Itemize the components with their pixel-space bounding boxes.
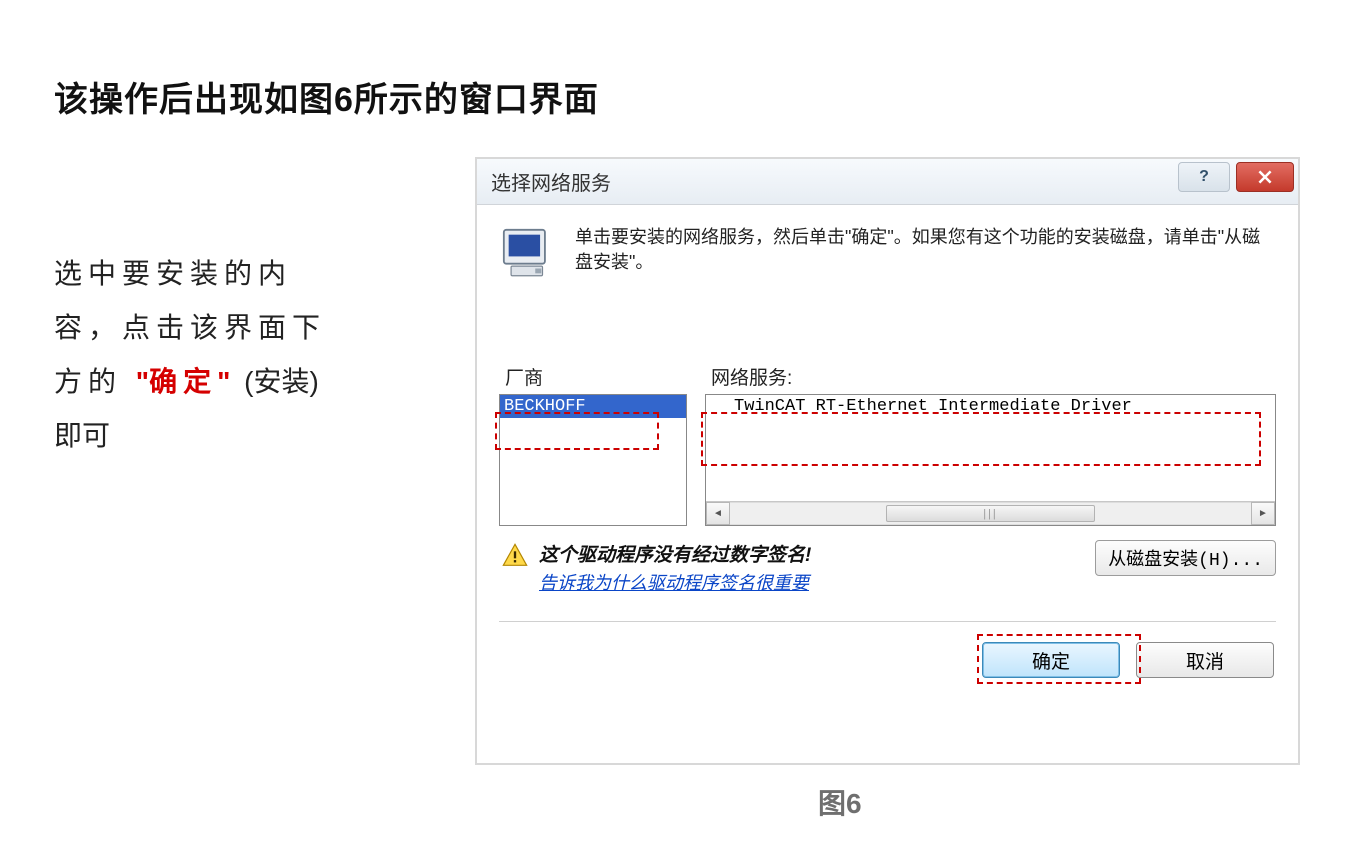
scroll-right-arrow[interactable]: ► xyxy=(1251,502,1275,525)
instruction-text: 单击要安装的网络服务，然后单击"确定"。如果您有这个功能的安装磁盘，请单击"从磁… xyxy=(575,223,1276,283)
service-item[interactable]: TwinCAT RT-Ethernet Intermediate Driver xyxy=(706,395,1275,418)
warning-texts: 这个驱动程序没有经过数字签名! 告诉我为什么驱动程序签名很重要 xyxy=(539,540,811,595)
titlebar: 选择网络服务 ? xyxy=(477,159,1298,205)
install-from-disk-button[interactable]: 从磁盘安装(H)... xyxy=(1095,540,1276,576)
warning-row: 这个驱动程序没有经过数字签名! 告诉我为什么驱动程序签名很重要 从磁盘安装(H)… xyxy=(499,540,1276,595)
dialog-body: 单击要安装的网络服务，然后单击"确定"。如果您有这个功能的安装磁盘，请单击"从磁… xyxy=(477,205,1298,763)
page-heading: 该操作后出现如图6所示的窗口界面 xyxy=(54,72,599,121)
figure-caption: 图6 xyxy=(818,782,862,822)
titlebar-buttons: ? xyxy=(1178,162,1294,192)
warning-icon xyxy=(501,542,529,570)
close-button[interactable] xyxy=(1236,162,1294,192)
dialog-title: 选择网络服务 xyxy=(491,167,611,196)
dialog-window: 选择网络服务 ? 单击要安装的网络服务，然后单击"确定"。如果您有这个功能的安装… xyxy=(475,157,1300,765)
help-button[interactable]: ? xyxy=(1178,162,1230,192)
ok-button[interactable]: 确定 xyxy=(982,642,1120,678)
service-listbox[interactable]: TwinCAT RT-Ethernet Intermediate Driver … xyxy=(705,394,1276,526)
button-row: 确定 取消 xyxy=(499,622,1276,678)
horizontal-scrollbar[interactable]: ◄ ||| ► xyxy=(706,501,1275,525)
vendor-column: 厂商 BECKHOFF xyxy=(499,363,687,526)
side-instruction: 选中要安装的内容，点击该界面下方的 "确定" (安装)即可 xyxy=(54,247,344,463)
vendor-item[interactable]: BECKHOFF xyxy=(500,395,686,418)
confirm-word: 确定 xyxy=(149,366,217,397)
vendor-listbox[interactable]: BECKHOFF xyxy=(499,394,687,526)
vendor-label: 厂商 xyxy=(499,363,687,394)
scroll-thumb[interactable]: ||| xyxy=(886,505,1094,522)
close-icon xyxy=(1258,170,1272,184)
cancel-button[interactable]: 取消 xyxy=(1136,642,1274,678)
vendor-list-wrap: BECKHOFF xyxy=(499,394,687,526)
service-column: 网络服务: TwinCAT RT-Ethernet Intermediate D… xyxy=(705,363,1276,526)
warning-text: 这个驱动程序没有经过数字签名! xyxy=(539,540,811,567)
computer-icon xyxy=(499,225,557,283)
warning-link[interactable]: 告诉我为什么驱动程序签名很重要 xyxy=(539,569,811,595)
quote-open: " xyxy=(136,366,149,397)
scroll-track[interactable]: ||| xyxy=(730,502,1251,525)
columns: 厂商 BECKHOFF 网络服务: TwinCAT RT-Ethernet In… xyxy=(499,363,1276,526)
quote-close: " xyxy=(217,366,230,397)
instruction-row: 单击要安装的网络服务，然后单击"确定"。如果您有这个功能的安装磁盘，请单击"从磁… xyxy=(499,223,1276,283)
side-confirm-emph: "确定" xyxy=(136,366,244,397)
service-label: 网络服务: xyxy=(705,363,1276,394)
scroll-left-arrow[interactable]: ◄ xyxy=(706,502,730,525)
service-list-wrap: TwinCAT RT-Ethernet Intermediate Driver … xyxy=(705,394,1276,526)
